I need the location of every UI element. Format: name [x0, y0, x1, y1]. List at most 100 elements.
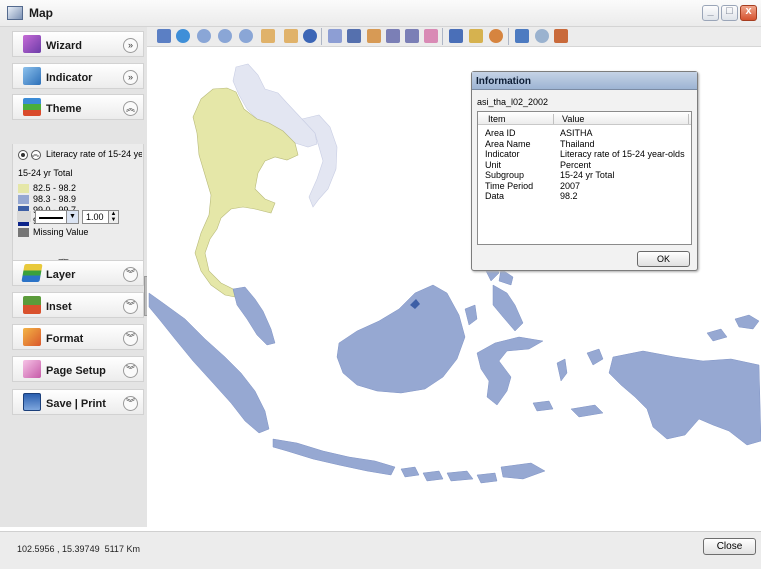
format-icon: [23, 328, 41, 346]
section-format-label: Format: [46, 333, 84, 345]
line-style-select[interactable]: ▼: [35, 210, 79, 224]
scale-bar-icon[interactable]: [469, 29, 483, 43]
close-window-button[interactable]: x: [740, 5, 757, 21]
legend-item[interactable]: Missing Value: [18, 227, 88, 238]
section-theme[interactable]: Theme ︽: [12, 94, 144, 120]
legend-item[interactable]: 82.5 - 98.2: [18, 183, 76, 194]
border-color-swatch[interactable]: [17, 211, 31, 222]
expand-format-icon[interactable]: ︾: [123, 331, 138, 346]
legend-swatch: [18, 195, 29, 205]
window-title: Map: [29, 6, 53, 20]
label-pointer-icon[interactable]: [328, 29, 342, 43]
map-region-malaysia-peninsula[interactable]: [232, 286, 276, 346]
expand-wizard-icon[interactable]: »: [123, 38, 138, 53]
zoom-out-icon[interactable]: [218, 29, 232, 43]
expand-layer-icon[interactable]: ︾: [123, 267, 138, 282]
section-wizard-label: Wizard: [46, 40, 82, 52]
section-save-print-label: Save | Print: [46, 398, 106, 410]
select-arrow-icon[interactable]: [157, 29, 171, 43]
theme-subgroup: 15-24 yr Total: [18, 168, 73, 178]
information-dialog: Information asi_tha_l02_2002 Item Value …: [471, 71, 698, 271]
map-region-east-islands[interactable]: [706, 314, 760, 342]
layer-icon: [21, 264, 43, 282]
table-row[interactable]: Subgroup 15-24 yr Total: [478, 170, 691, 181]
theme-radio-icon[interactable]: [18, 149, 28, 160]
section-save-print[interactable]: Save | Print ︾: [12, 389, 144, 415]
scale-text: 5117 Km: [104, 544, 140, 554]
info-icon[interactable]: [303, 29, 317, 43]
chevron-down-icon[interactable]: ▼: [66, 211, 78, 223]
border-width-stepper[interactable]: 1.00 ▲ ▼: [82, 210, 119, 224]
section-indicator[interactable]: Indicator »: [12, 63, 144, 89]
maximize-button[interactable]: □: [721, 5, 738, 21]
legend-item[interactable]: 98.3 - 98.9: [18, 194, 76, 205]
pan-hand-icon[interactable]: [261, 29, 275, 43]
title-bar: Map _ □ x: [0, 0, 761, 27]
section-layer[interactable]: Layer ︾: [12, 260, 144, 286]
magic-wand-icon[interactable]: [515, 29, 529, 43]
ok-button[interactable]: OK: [637, 251, 690, 267]
left-panel: Wizard » Indicator » Theme ︽ ︽ Literacy …: [0, 27, 147, 527]
north-arrow-icon[interactable]: [449, 29, 463, 43]
information-list-header: Item Value: [478, 112, 691, 125]
draw-line-icon[interactable]: [386, 29, 400, 43]
column-header-item[interactable]: Item: [488, 114, 506, 124]
section-layer-label: Layer: [46, 269, 76, 281]
map-region-sulawesi[interactable]: [476, 336, 544, 406]
select-pointer-icon[interactable]: [347, 29, 361, 43]
pencil-icon[interactable]: [367, 29, 381, 43]
rotate-icon[interactable]: [535, 29, 549, 43]
section-inset[interactable]: Inset ︾: [12, 292, 144, 318]
indicator-icon: [23, 67, 41, 85]
tools-icon[interactable]: [554, 29, 568, 43]
globe-icon[interactable]: [489, 29, 503, 43]
map-region-lesser-sunda[interactable]: [400, 462, 546, 484]
collapse-theme-icon[interactable]: ︽: [123, 101, 138, 116]
expand-page-setup-icon[interactable]: ︾: [123, 363, 138, 378]
section-indicator-label: Indicator: [46, 72, 93, 84]
eraser-icon[interactable]: [424, 29, 438, 43]
map-region-new-guinea[interactable]: [608, 350, 761, 446]
information-list[interactable]: Item Value Area ID ASITHA Area Name Thaila…: [477, 111, 692, 245]
theme-icon: [23, 98, 41, 116]
map-region-borneo[interactable]: [336, 284, 466, 394]
theme-indicator-row[interactable]: ︽ Literacy rate of 15-24 year-olds: [18, 149, 142, 163]
section-inset-label: Inset: [46, 301, 72, 313]
inset-icon: [23, 296, 41, 314]
expand-save-print-icon[interactable]: ︾: [123, 396, 138, 411]
spin-icon[interactable]: ▲ ▼: [108, 211, 118, 223]
table-row[interactable]: Area ID ASITHA: [478, 128, 691, 139]
draw-polygon-icon[interactable]: [405, 29, 419, 43]
zoom-extent-icon[interactable]: [239, 29, 253, 43]
grab-hand-icon[interactable]: [284, 29, 298, 43]
zoom-in-icon[interactable]: [197, 29, 211, 43]
coordinates-text: 102.5956 , 15.39749: [17, 544, 100, 554]
section-wizard[interactable]: Wizard »: [12, 31, 144, 57]
table-row[interactable]: Data 98.2: [478, 191, 691, 202]
status-bar: 102.5956 , 15.39749 5117 Km Close: [0, 531, 761, 569]
expand-indicator-icon[interactable]: »: [123, 70, 138, 85]
map-region-java[interactable]: [272, 438, 396, 476]
section-format[interactable]: Format ︾: [12, 324, 144, 350]
map-toolbar: [147, 27, 761, 47]
theme-toggle-icon[interactable]: ︽: [30, 149, 41, 160]
legend-swatch: [18, 184, 29, 194]
expand-inset-icon[interactable]: ︾: [123, 299, 138, 314]
section-theme-label: Theme: [46, 103, 82, 115]
minimize-button[interactable]: _: [702, 5, 719, 21]
toolbar-separator: [321, 28, 322, 45]
pan-center-icon[interactable]: [176, 29, 190, 43]
section-page-setup[interactable]: Page Setup ︾: [12, 356, 144, 382]
table-row[interactable]: Indicator Literacy rate of 15-24 year-old…: [478, 149, 691, 160]
information-dialog-title: Information: [472, 72, 697, 90]
theme-indicator-name: Literacy rate of 15-24 year-olds: [46, 149, 142, 159]
wizard-icon: [23, 35, 41, 53]
map-region-maluku[interactable]: [532, 348, 604, 418]
column-header-value[interactable]: Value: [562, 114, 584, 124]
coordinate-readout: 102.5956 , 15.39749 5117 Km: [17, 544, 140, 554]
page-setup-icon: [23, 360, 41, 378]
close-button[interactable]: Close: [703, 538, 756, 555]
save-print-icon: [23, 393, 41, 411]
toolbar-separator: [508, 28, 509, 45]
map-app-icon: [7, 6, 23, 20]
